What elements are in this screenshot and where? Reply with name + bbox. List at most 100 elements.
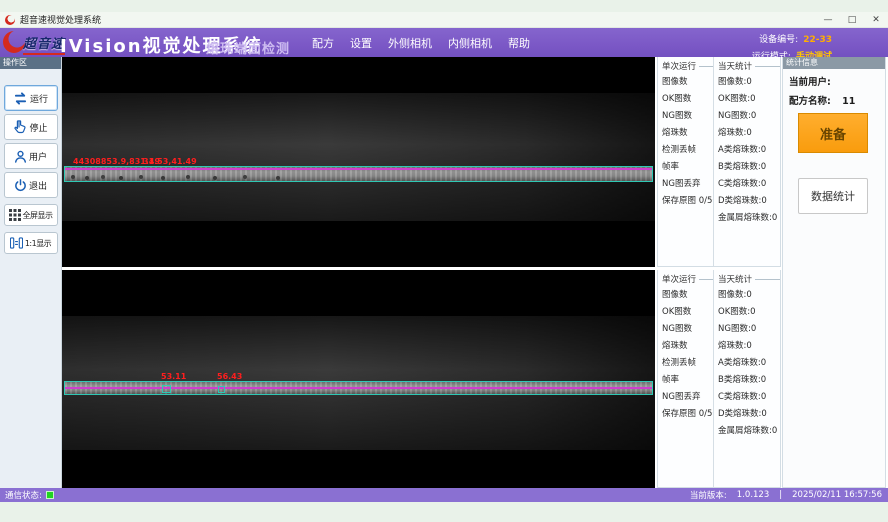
stat-label: B类熔珠数: (718, 162, 761, 172)
run-button-label: 运行 (30, 92, 48, 105)
brand-name: 超音速 (23, 33, 65, 55)
run-button[interactable]: 运行 (4, 85, 58, 111)
single-run-group: 单次运行 (662, 273, 713, 285)
stop-button-label: 停止 (29, 121, 47, 134)
bead-strip-detection: 53.11 56.43 (64, 381, 653, 395)
stat-label: C类熔珠数: (718, 392, 761, 402)
stat-row: 图像数:0 (718, 74, 780, 91)
single-run-group: 单次运行 (662, 60, 713, 72)
stat-value: 0 (761, 145, 766, 155)
exit-button[interactable]: 退出 (4, 172, 58, 198)
today-stats-group: 当天统计 (718, 60, 780, 72)
stat-label: 熔珠数: (718, 128, 746, 138)
menu-bar: 配方 设置 外侧相机 内侧相机 帮助 (312, 28, 530, 57)
stats-panel: 单次运行 图像数 OK图数 NG图数 熔珠数 检测丢帧 帧率 NG图丢弃 保存原… (657, 270, 781, 488)
info-panel: 统计信息 当前用户: 配方名称: 11 准备 数据统计 (782, 57, 886, 488)
menu-inner-camera[interactable]: 内侧相机 (448, 35, 492, 51)
stat-value: 0 (751, 111, 756, 121)
menu-outer-camera[interactable]: 外侧相机 (388, 35, 432, 51)
version-value: 1.0.123 (737, 490, 769, 500)
status-bar: 通信状态: 当前版本: 1.0.123 | 2025/02/11 16:57:5… (0, 488, 888, 502)
bead-centerline-overlay (65, 168, 652, 170)
stat-value: 0 (772, 426, 777, 436)
stat-value: 0 (761, 392, 766, 402)
stat-row: 图像数 (662, 287, 713, 304)
current-user-row: 当前用户: (783, 74, 885, 88)
stop-button[interactable]: 停止 (4, 114, 58, 140)
close-button[interactable]: ✕ (870, 15, 882, 25)
stat-row: C类熔珠数:0 (718, 176, 780, 193)
maximize-button[interactable]: □ (846, 15, 858, 25)
defect-marker-box (162, 385, 171, 393)
stat-label: 图像数: (718, 77, 746, 87)
menu-settings[interactable]: 设置 (350, 35, 372, 51)
stat-label: D类熔珠数: (718, 409, 761, 419)
fullscreen-button[interactable]: 全屏显示 (4, 204, 58, 226)
stat-row: 检测丢帧 (662, 142, 713, 159)
current-user-label: 当前用户: (789, 77, 831, 88)
run-loop-icon (13, 92, 28, 105)
comm-status-indicator-icon (46, 491, 54, 499)
defect-marker-box (218, 386, 225, 393)
stat-value: 0 (761, 162, 766, 172)
sidebar-title: 操作区 (0, 57, 61, 69)
stat-value: 0 (761, 179, 766, 189)
fullscreen-button-label: 全屏显示 (23, 210, 53, 221)
one-to-one-button[interactable]: 1:1显示 (4, 232, 58, 254)
stat-value: 0 (746, 128, 751, 138)
stat-label: A类熔珠数: (718, 358, 761, 368)
stat-row: C类熔珠数:0 (718, 389, 780, 406)
stat-row: D类熔珠数:0 (718, 193, 780, 210)
hand-stop-icon (13, 120, 27, 134)
version-label: 当前版本: (690, 489, 727, 501)
exit-button-label: 退出 (29, 179, 47, 192)
stat-row: 检测丢帧 (662, 355, 713, 372)
app-logo-icon (5, 15, 15, 25)
one-to-one-icon (10, 237, 23, 249)
today-stats-title: 当天统计 (718, 273, 752, 285)
stat-label: 图像数: (718, 290, 746, 300)
bead-centerline-overlay (65, 387, 652, 389)
stat-value: 0 (761, 409, 766, 419)
prepare-button[interactable]: 准备 (798, 113, 868, 153)
stat-label: NG图数: (718, 324, 751, 334)
stat-row: NG图数:0 (718, 108, 780, 125)
stat-row: 图像数:0 (718, 287, 780, 304)
one-to-one-button-label: 1:1显示 (25, 238, 51, 249)
stat-row: NG图丢弃 (662, 176, 713, 193)
comm-status-label: 通信状态: (5, 489, 42, 501)
stat-label: 熔珠数: (718, 341, 746, 351)
stat-value: 0 (751, 324, 756, 334)
stat-value: 0 (761, 196, 766, 206)
camera-view-outer[interactable]: 44308853.9,831.49 31.53,41.49 (62, 57, 655, 267)
stat-row: 金属屑熔珠数:0 (718, 210, 780, 227)
user-button[interactable]: 用户 (4, 143, 58, 169)
stat-label: OK图数: (718, 94, 750, 104)
stat-row: 熔珠数:0 (718, 125, 780, 142)
stat-row: 保存原图 0/500 (662, 406, 713, 423)
stat-value: 0 (750, 94, 755, 104)
minimize-button[interactable]: — (822, 15, 834, 25)
info-panel-title: 统计信息 (783, 57, 885, 69)
bead-strip-detection: 44308853.9,831.49 31.53,41.49 (64, 166, 653, 182)
data-statistics-button[interactable]: 数据统计 (798, 178, 868, 214)
status-separator: | (779, 490, 782, 500)
stat-value: 0 (750, 307, 755, 317)
stat-label: NG图数: (718, 111, 751, 121)
menu-help[interactable]: 帮助 (508, 35, 530, 51)
datetime-value: 2025/02/11 16:57:56 (792, 490, 882, 500)
user-icon (14, 150, 27, 163)
power-icon (14, 179, 27, 192)
menu-recipe[interactable]: 配方 (312, 35, 334, 51)
stat-row: 帧率 (662, 372, 713, 389)
stat-row: OK图数 (662, 91, 713, 108)
stat-row: 熔珠数 (662, 338, 713, 355)
stat-value: 0 (746, 77, 751, 87)
stat-row: B类熔珠数:0 (718, 159, 780, 176)
stat-label: D类熔珠数: (718, 196, 761, 206)
bead-bubble-features (71, 175, 75, 179)
stat-label: C类熔珠数: (718, 179, 761, 189)
today-stats-title: 当天统计 (718, 60, 752, 72)
camera-view-inner[interactable]: 53.11 56.43 (62, 270, 655, 488)
stat-row: 保存原图 0/500 (662, 193, 713, 210)
